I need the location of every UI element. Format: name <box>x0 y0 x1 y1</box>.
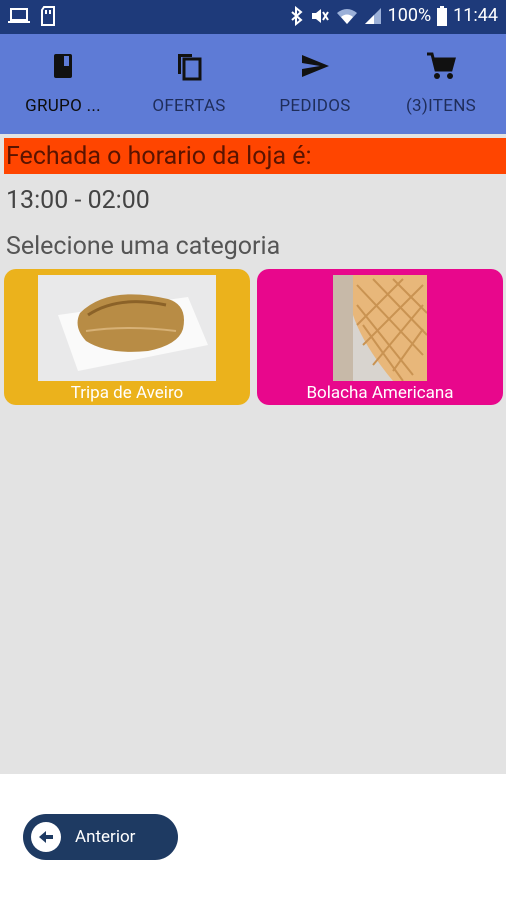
signal-icon <box>364 7 381 24</box>
back-arrow-icon <box>31 822 61 852</box>
tab-pedidos[interactable]: PEDIDOS <box>252 34 378 134</box>
tab-itens[interactable]: (3)ITENS <box>378 34 504 134</box>
tab-label: (3)ITENS <box>405 96 477 116</box>
bolacha-image <box>333 275 427 381</box>
main-content: Fechada o horario da loja é: 13:00 - 02:… <box>0 134 506 774</box>
tripa-image <box>38 275 216 381</box>
book-icon <box>54 54 72 78</box>
cart-icon <box>427 52 456 79</box>
battery-percent: 100% <box>387 5 432 26</box>
tab-grupo[interactable]: GRUPO ... <box>0 34 126 134</box>
store-closed-banner: Fechada o horario da loja é: <box>4 138 506 174</box>
category-card-tripa[interactable]: Tripa de Aveiro <box>4 269 250 405</box>
category-prompt: Selecione uma categoria <box>6 232 281 261</box>
copy-icon <box>178 54 202 81</box>
previous-button[interactable]: Anterior <box>23 814 178 860</box>
tab-ofertas[interactable]: OFERTAS <box>126 34 252 134</box>
footer: Anterior <box>0 774 506 900</box>
tab-label: OFERTAS <box>152 96 226 116</box>
battery-icon <box>437 5 448 26</box>
store-hours: 13:00 - 02:00 <box>6 186 150 215</box>
previous-button-label: Anterior <box>75 827 136 847</box>
category-card-bolacha[interactable]: Bolacha Americana <box>257 269 503 405</box>
clock: 11:44 <box>453 5 498 26</box>
status-bar: 100% 11:44 <box>0 0 506 34</box>
bluetooth-icon <box>290 5 303 26</box>
send-icon <box>302 55 329 77</box>
tab-label: GRUPO ... <box>25 96 101 116</box>
sd-card-icon <box>41 6 55 26</box>
wifi-icon <box>336 8 357 24</box>
category-label: Tripa de Aveiro <box>70 383 184 403</box>
tab-label: PEDIDOS <box>279 96 351 116</box>
laptop-icon <box>8 8 30 23</box>
top-tab-bar: GRUPO ... OFERTAS PEDIDOS (3)ITENS <box>0 34 506 134</box>
mute-icon <box>311 8 329 23</box>
category-label: Bolacha Americana <box>306 383 454 403</box>
